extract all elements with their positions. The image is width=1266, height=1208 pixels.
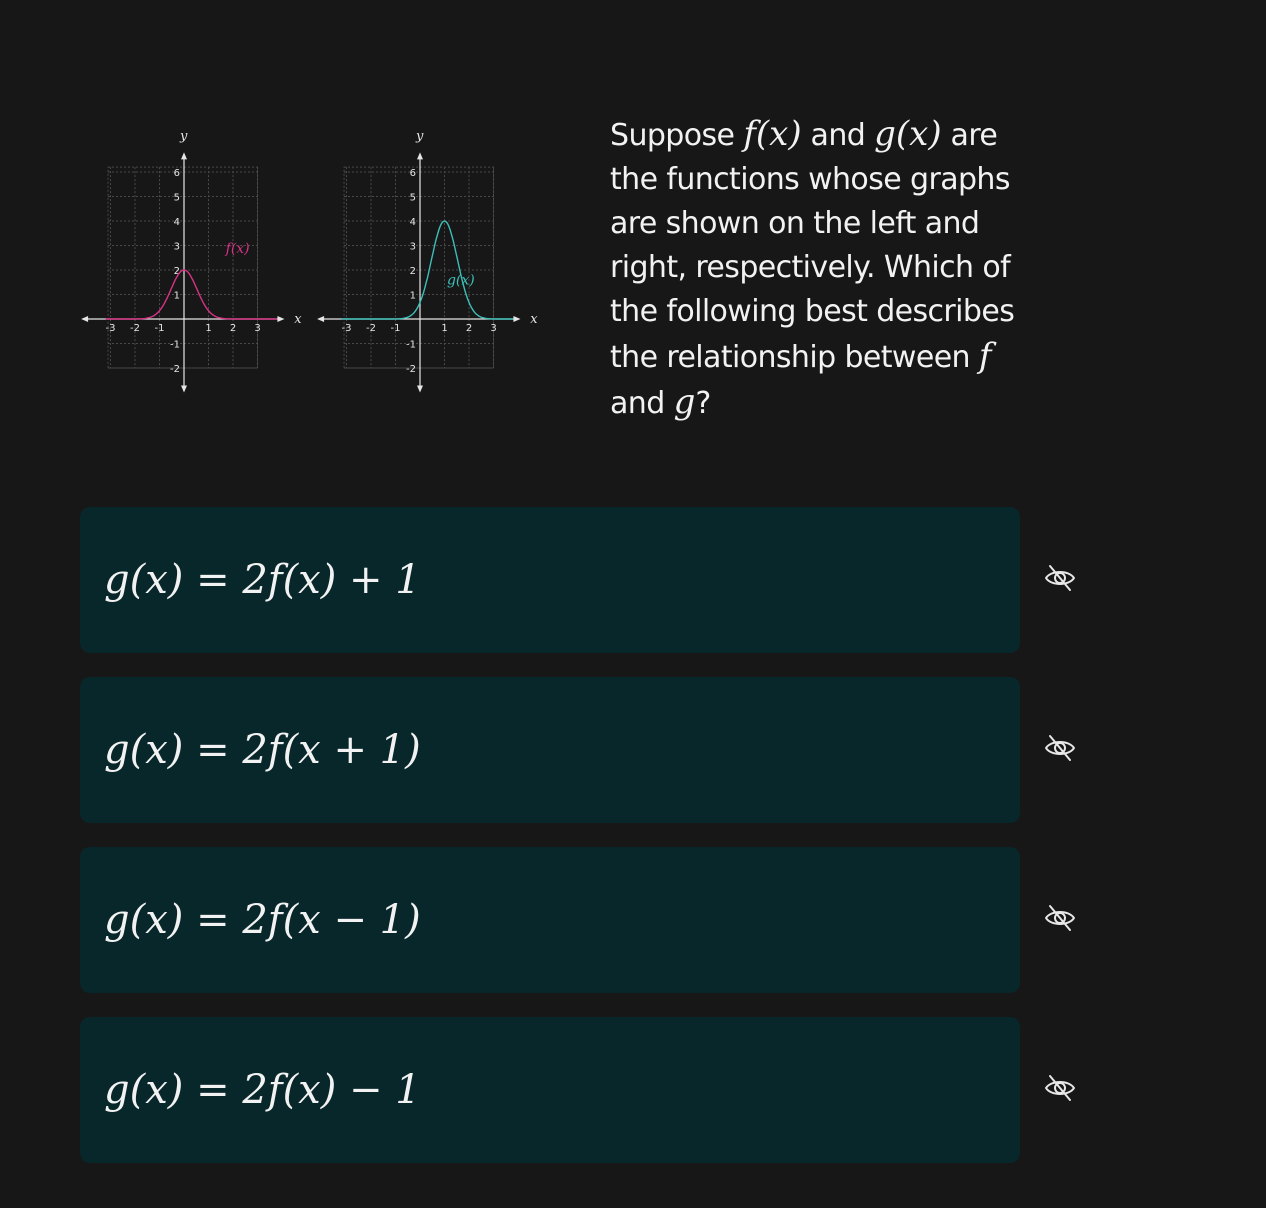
question-text-part: Suppose — [610, 118, 744, 153]
y-axis-arrow-up — [417, 152, 423, 160]
x-tick-label: -1 — [155, 323, 165, 334]
f-curve — [105, 269, 278, 320]
x-tick-label: 3 — [254, 323, 260, 334]
question-text-part: and — [801, 118, 875, 153]
math-f: f — [978, 336, 992, 376]
y-tick-label: 2 — [174, 266, 180, 277]
question-text: Suppose f(x) and g(x) are the functions … — [610, 112, 1050, 426]
choice-formula: g(x) = 2f(x) + 1 — [104, 557, 421, 603]
y-tick-label: 4 — [174, 217, 180, 228]
question-text-part: ? — [695, 386, 711, 421]
x-tick-label: 1 — [205, 323, 211, 334]
math-g: g — [673, 382, 696, 422]
question-text-part: are the functions whose graphs are shown… — [610, 118, 1015, 375]
eye-off-icon — [1044, 904, 1076, 937]
x-tick-label: -2 — [130, 323, 140, 334]
y-tick-label: -2 — [406, 364, 416, 375]
x-tick-label: -3 — [342, 323, 352, 334]
hide-choice-button[interactable] — [1040, 902, 1080, 938]
x-tick-label: -2 — [366, 323, 376, 334]
y-tick-label: 1 — [410, 291, 416, 302]
question-text-part: and — [610, 386, 674, 421]
y-tick-label: 5 — [174, 193, 180, 204]
choice-option-b: g(x) = 2f(x + 1) — [80, 677, 1090, 823]
curve-label-f: f(x) — [225, 241, 250, 257]
y-tick-label: 5 — [410, 193, 416, 204]
y-tick-label: 6 — [174, 168, 180, 179]
x-axis-arrow-right — [513, 316, 521, 322]
choice-formula: g(x) = 2f(x) − 1 — [104, 1067, 421, 1113]
choice-option-a: g(x) = 2f(x) + 1 — [80, 507, 1090, 653]
y-axis-name: y — [415, 129, 424, 144]
x-tick-label: 2 — [466, 323, 472, 334]
y-tick-label: -2 — [170, 364, 180, 375]
eye-off-icon — [1044, 564, 1076, 597]
y-tick-label: 3 — [410, 242, 416, 253]
x-axis-arrow-left — [317, 316, 325, 322]
hide-choice-button[interactable] — [1040, 732, 1080, 768]
choice-card[interactable]: g(x) = 2f(x) + 1 — [80, 507, 1020, 653]
choice-card[interactable]: g(x) = 2f(x) − 1 — [80, 1017, 1020, 1163]
x-tick-label: 2 — [230, 323, 236, 334]
x-tick-label: 1 — [441, 323, 447, 334]
choice-option-d: g(x) = 2f(x) − 1 — [80, 1017, 1090, 1163]
x-tick-label: -1 — [391, 323, 401, 334]
hide-choice-button[interactable] — [1040, 562, 1080, 598]
y-tick-label: 6 — [410, 168, 416, 179]
x-axis-arrow-right — [277, 316, 285, 322]
y-axis-name: y — [179, 129, 188, 144]
grid-frame — [343, 166, 494, 369]
y-tick-label: -1 — [406, 340, 416, 351]
eye-off-icon — [1044, 734, 1076, 767]
choice-card[interactable]: g(x) = 2f(x + 1) — [80, 677, 1020, 823]
x-tick-label: 3 — [490, 323, 496, 334]
graph-g: x y -3 -2 -1 1 2 3 6 5 4 3 2 1 -1 -2 g(x) — [317, 129, 538, 393]
hide-choice-button[interactable] — [1040, 1072, 1080, 1108]
choice-formula: g(x) = 2f(x + 1) — [104, 727, 421, 773]
y-tick-label: 3 — [174, 242, 180, 253]
choice-formula: g(x) = 2f(x − 1) — [104, 897, 421, 943]
grid-frame — [107, 166, 258, 369]
graph-panel: x y -3 -2 -1 1 2 3 6 5 4 3 2 1 -1 -2 f(x) x y -3 -2 -1 1 2 3 6 5 4… — [81, 129, 538, 393]
y-tick-label: -1 — [170, 340, 180, 351]
graph-f: x y -3 -2 -1 1 2 3 6 5 4 3 2 1 -1 -2 f(x) — [81, 129, 302, 393]
math-g-of-x: g(x) — [874, 114, 942, 154]
question-screen: x y -3 -2 -1 1 2 3 6 5 4 3 2 1 -1 -2 f(x) x y -3 -2 -1 1 2 3 6 5 4… — [0, 0, 1266, 1208]
choice-option-c: g(x) = 2f(x − 1) — [80, 847, 1090, 993]
x-axis-name: x — [530, 312, 538, 327]
curve-label-g: g(x) — [447, 273, 475, 289]
y-tick-label: 4 — [410, 217, 416, 228]
math-f-of-x: f(x) — [743, 114, 802, 154]
y-axis-arrow-down — [417, 385, 423, 393]
x-tick-label: -3 — [106, 323, 116, 334]
y-tick-label: 1 — [174, 291, 180, 302]
x-axis-name: x — [294, 312, 302, 327]
x-axis-arrow-left — [81, 316, 89, 322]
g-curve — [341, 220, 514, 320]
eye-off-icon — [1044, 1074, 1076, 1107]
choice-card[interactable]: g(x) = 2f(x − 1) — [80, 847, 1020, 993]
y-axis-arrow-up — [181, 152, 187, 160]
y-tick-label: 2 — [410, 266, 416, 277]
y-axis-arrow-down — [181, 385, 187, 393]
